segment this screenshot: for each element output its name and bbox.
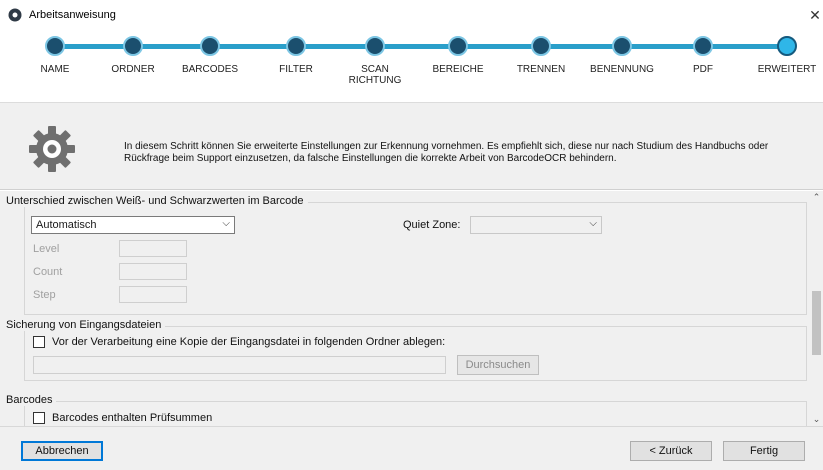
- quiet-zone-select[interactable]: ⌵: [470, 216, 602, 234]
- contrast-group: Unterschied zwischen Weiß- und Schwarzwe…: [6, 195, 807, 315]
- contrast-mode-value: Automatisch: [36, 219, 97, 231]
- step-dot-7[interactable]: [531, 36, 551, 56]
- app-gear-icon: [8, 8, 22, 22]
- step-dot-1[interactable]: [45, 36, 65, 56]
- vertical-scrollbar[interactable]: ⌃ ⌄: [810, 191, 823, 426]
- backup-path-input[interactable]: [33, 356, 446, 374]
- settings-scroll-area[interactable]: Unterschied zwischen Weiß- und Schwarzwe…: [0, 191, 810, 426]
- info-header: In diesem Schritt können Sie erweiterte …: [0, 102, 823, 190]
- close-icon[interactable]: ✕: [807, 8, 823, 24]
- step-label-4[interactable]: FILTER: [251, 64, 341, 75]
- backup-checkbox-label: Vor der Verarbeitung eine Kopie der Eing…: [52, 336, 446, 348]
- count-label: Count: [33, 266, 63, 278]
- cancel-button[interactable]: Abbrechen: [21, 441, 103, 461]
- step-dot-8[interactable]: [612, 36, 632, 56]
- scroll-up-icon[interactable]: ⌃: [810, 191, 823, 204]
- step-dot-4[interactable]: [286, 36, 306, 56]
- backup-checkbox[interactable]: [33, 336, 45, 348]
- chevron-down-icon: ⌵: [589, 218, 597, 229]
- scrollbar-thumb[interactable]: [812, 291, 821, 355]
- step-input[interactable]: [119, 286, 187, 303]
- gear-icon: [29, 126, 75, 172]
- step-dot-2[interactable]: [123, 36, 143, 56]
- footer: Abbrechen < Zurück Fertig: [0, 426, 823, 470]
- step-dot-3[interactable]: [200, 36, 220, 56]
- step-label-10[interactable]: ERWEITERT: [742, 64, 823, 75]
- browse-button[interactable]: Durchsuchen: [457, 355, 539, 375]
- contrast-group-title: Unterschied zwischen Weiß- und Schwarzwe…: [6, 195, 308, 207]
- title-bar: Arbeitsanweisung ✕: [0, 0, 823, 30]
- step-dot-5[interactable]: [365, 36, 385, 56]
- scroll-down-icon[interactable]: ⌄: [810, 413, 823, 426]
- quiet-zone-label: Quiet Zone:: [403, 219, 461, 231]
- step-label-5[interactable]: SCAN RICHTUNG: [330, 64, 420, 86]
- step-label-7[interactable]: TRENNEN: [496, 64, 586, 75]
- back-button[interactable]: < Zurück: [630, 441, 712, 461]
- level-input[interactable]: [119, 240, 187, 257]
- wizard-stepper: NAME ORDNER BARCODES FILTER SCAN RICHTUNG BER…: [0, 30, 823, 102]
- step-label-3[interactable]: BARCODES: [165, 64, 255, 75]
- step-label-9[interactable]: PDF: [658, 64, 748, 75]
- backup-group: Sicherung von Eingangsdateien Vor der Ve…: [6, 319, 807, 381]
- checksum-checkbox[interactable]: [33, 412, 45, 424]
- step-label-6[interactable]: BEREICHE: [413, 64, 503, 75]
- barcodes-group-title: Barcodes: [6, 394, 57, 406]
- step-label-8[interactable]: BENENNUNG: [577, 64, 667, 75]
- level-label: Level: [33, 243, 60, 255]
- step-progress-line: [55, 44, 787, 49]
- window-title: Arbeitsanweisung: [29, 9, 116, 21]
- step-dot-9[interactable]: [693, 36, 713, 56]
- info-text: In diesem Schritt können Sie erweiterte …: [124, 141, 769, 164]
- chevron-down-icon: ⌵: [222, 218, 230, 229]
- step-label: Step: [33, 289, 56, 301]
- count-input[interactable]: [119, 263, 187, 280]
- finish-button[interactable]: Fertig: [723, 441, 805, 461]
- step-dot-6[interactable]: [448, 36, 468, 56]
- step-label-1[interactable]: NAME: [10, 64, 100, 75]
- checksum-checkbox-label: Barcodes enthalten Prüfsummen: [52, 412, 213, 424]
- step-dot-10[interactable]: [777, 36, 797, 56]
- barcodes-group: Barcodes Barcodes enthalten Prüfsummen: [6, 394, 807, 426]
- contrast-mode-select[interactable]: Automatisch ⌵: [31, 216, 235, 234]
- backup-group-title: Sicherung von Eingangsdateien: [6, 319, 166, 331]
